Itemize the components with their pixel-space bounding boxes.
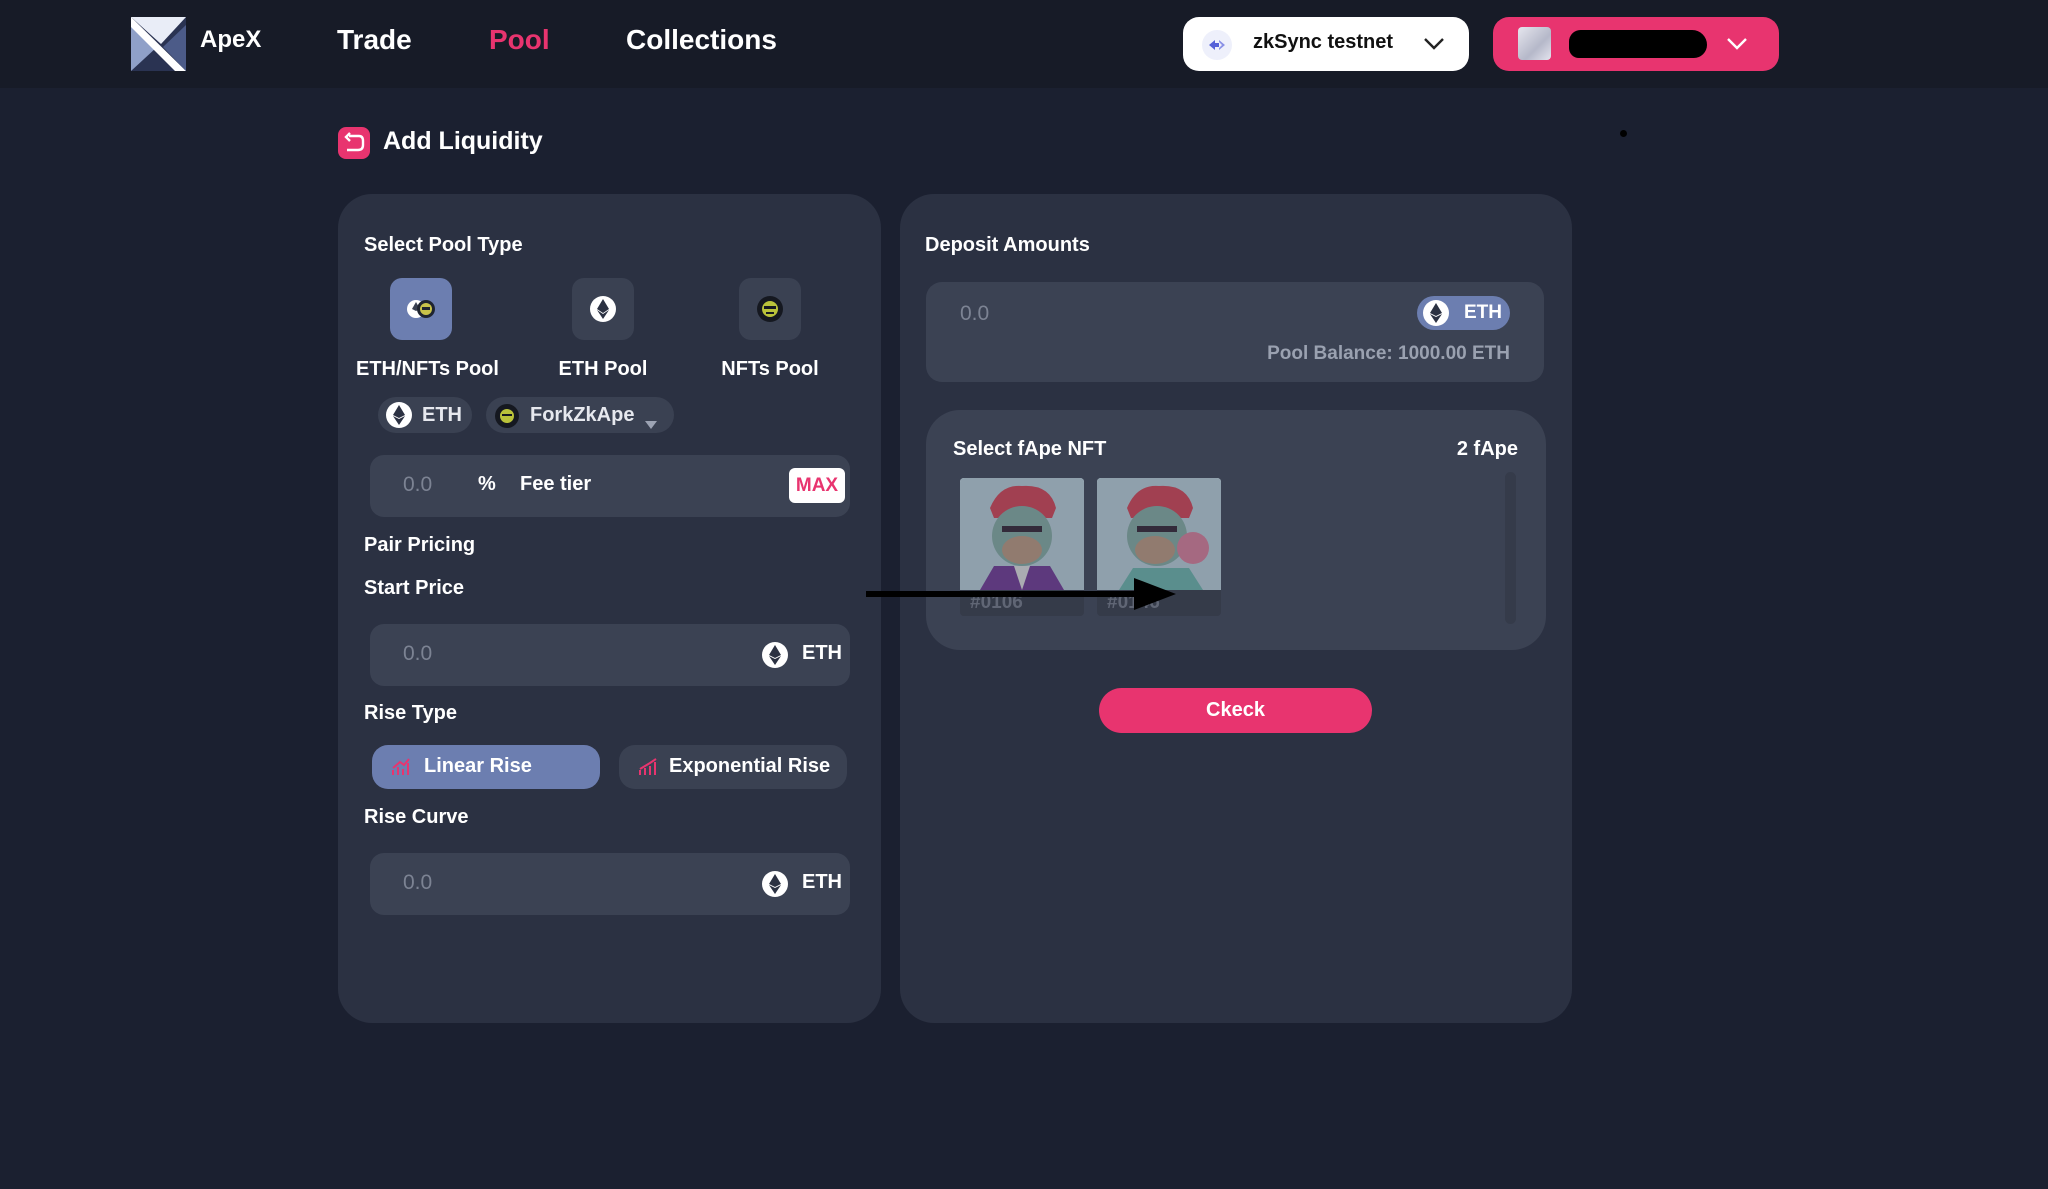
check-button[interactable]: Ckeck <box>1099 688 1372 733</box>
start-price-placeholder[interactable]: 0.0 <box>403 642 432 666</box>
pool-type-label: ETH Pool <box>558 358 648 380</box>
eth-icon <box>762 642 788 668</box>
linear-rise-label: Linear Rise <box>424 755 532 777</box>
start-price-unit: ETH <box>802 642 842 664</box>
apex-logo-icon[interactable] <box>131 17 186 71</box>
start-price-input[interactable]: 0.0 ETH <box>370 624 850 686</box>
nav-trade[interactable]: Trade <box>337 24 412 56</box>
pool-type-eth[interactable]: ETH Pool <box>558 278 648 381</box>
rise-curve-input[interactable]: 0.0 ETH <box>370 853 850 915</box>
chart-icon <box>392 758 410 782</box>
rise-curve-placeholder[interactable]: 0.0 <box>403 871 432 895</box>
collection-dropdown[interactable]: ForkZkApe <box>486 397 674 433</box>
fee-input-placeholder[interactable]: 0.0 <box>403 473 432 497</box>
back-arrow-icon[interactable] <box>338 127 370 159</box>
zksync-icon <box>1202 30 1232 60</box>
pool-balance: Pool Balance: 1000.00 ETH <box>1267 343 1510 364</box>
chart-icon <box>639 758 657 782</box>
wallet-avatar <box>1518 27 1551 60</box>
cursor-dot <box>1620 130 1627 137</box>
nft-select-label: Select fApe NFT <box>953 438 1107 460</box>
redacted-address <box>1569 30 1707 58</box>
rise-curve-unit: ETH <box>802 871 842 893</box>
eth-icon <box>572 278 634 340</box>
exponential-rise-label: Exponential Rise <box>669 755 831 777</box>
pool-type-label: NFTs Pool <box>721 358 819 380</box>
exponential-rise-button[interactable]: Exponential Rise <box>619 745 847 789</box>
page-title: Add Liquidity <box>383 127 543 155</box>
pool-type-label: Select Pool Type <box>364 234 523 256</box>
pool-type-nfts[interactable]: NFTs Pool <box>720 278 820 381</box>
chevron-down-icon <box>1726 37 1748 56</box>
network-selector-button[interactable]: zkSync testnet <box>1183 17 1469 71</box>
max-button[interactable]: MAX <box>789 468 845 503</box>
deposit-token-pill[interactable]: ETH <box>1417 296 1510 330</box>
eth-icon <box>386 402 412 428</box>
deposit-input[interactable]: 0.0 ETH Pool Balance: 1000.00 ETH <box>926 282 1544 382</box>
ape-icon <box>495 404 519 428</box>
nav-pool[interactable]: Pool <box>489 24 550 56</box>
deposit-token-label: ETH <box>1464 302 1502 323</box>
linear-rise-button[interactable]: Linear Rise <box>372 745 600 789</box>
rise-type-label: Rise Type <box>364 702 457 724</box>
logo-text[interactable]: ApeX <box>200 26 261 54</box>
eth-nft-icon <box>390 278 452 340</box>
fee-tier-label: Fee tier <box>520 473 592 495</box>
deposit-amounts-label: Deposit Amounts <box>925 234 1090 256</box>
pool-type-label: ETH/NFTs Pool <box>356 358 499 380</box>
fee-tier-field[interactable]: 0.0 % Fee tier MAX <box>370 455 850 517</box>
eth-icon <box>1423 300 1449 326</box>
nft-scrollbar[interactable] <box>1505 472 1516 624</box>
collection-label: ForkZkApe <box>530 404 635 426</box>
percent-sign: % <box>478 473 496 495</box>
nav-collections[interactable]: Collections <box>626 24 777 56</box>
pool-type-eth-nfts[interactable]: ETH/NFTs Pool <box>356 278 499 381</box>
network-label: zkSync testnet <box>1253 31 1394 53</box>
deposit-placeholder[interactable]: 0.0 <box>960 302 989 326</box>
arrow-icon <box>866 572 1176 617</box>
eth-icon <box>762 871 788 897</box>
start-price-label: Start Price <box>364 577 465 599</box>
rise-curve-label: Rise Curve <box>364 806 469 828</box>
pair-pricing-label: Pair Pricing <box>364 534 476 556</box>
chevron-down-icon <box>1423 37 1445 56</box>
top-nav-bar: ApeX Trade Pool Collections zkSync testn… <box>0 0 2048 88</box>
token-chip-label: ETH <box>422 404 462 426</box>
ape-icon <box>739 278 801 340</box>
caret-down-icon <box>645 412 657 435</box>
nft-count: 2 fApe <box>1456 438 1518 460</box>
wallet-account-button[interactable] <box>1493 17 1779 71</box>
pool-settings-card: Select Pool Type ETH/NFTs Pool ETH Pool <box>338 194 881 1023</box>
token-chip-eth[interactable]: ETH <box>378 397 472 433</box>
